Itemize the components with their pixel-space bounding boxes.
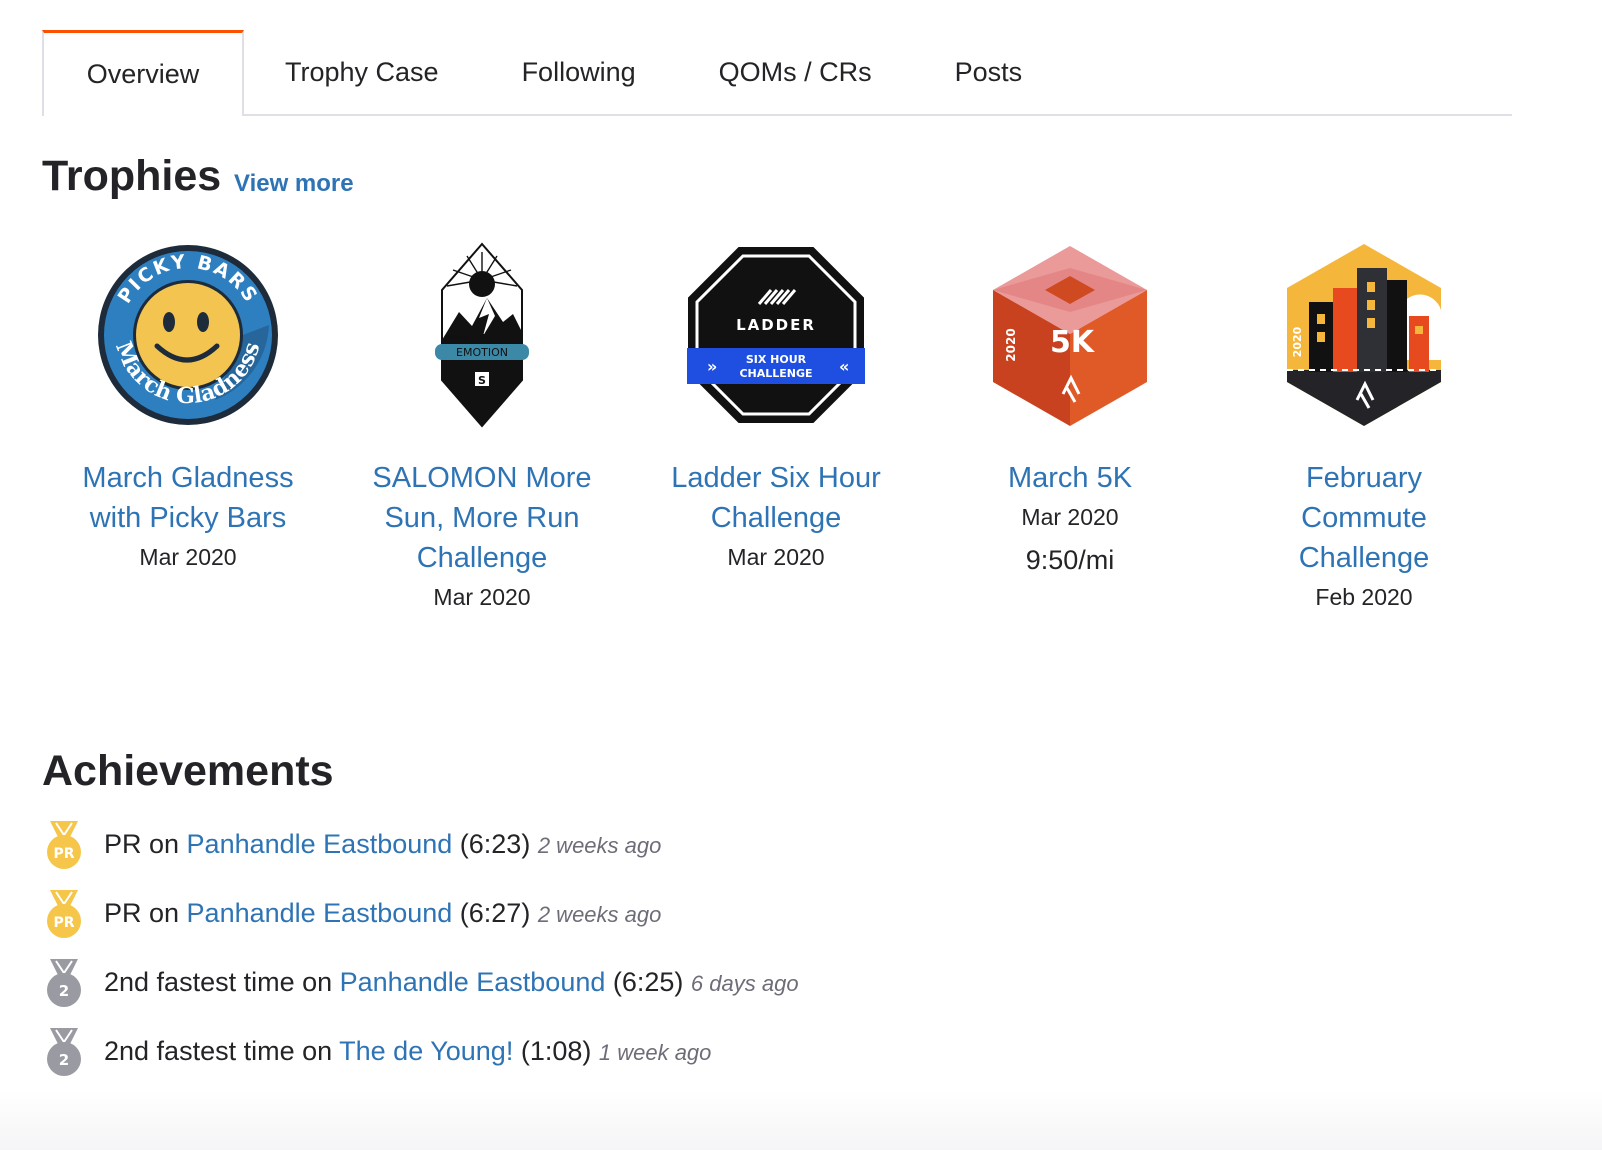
achievement-text: 2nd fastest time on Panhandle Eastbound …: [104, 967, 799, 997]
bottom-fade: [0, 1090, 1602, 1150]
5k-cube-badge-icon[interactable]: 2020 5K: [975, 240, 1165, 430]
achievement-time: 2 weeks ago: [537, 902, 662, 927]
trophy-title[interactable]: March 5K: [950, 458, 1190, 498]
trophy-item: PICKY BARS March Gladness March Gladness…: [68, 240, 308, 571]
trophy-date: Mar 2020: [727, 544, 825, 570]
trophy-date: Mar 2020: [433, 584, 531, 610]
badge-year: 2020: [1291, 326, 1304, 357]
achievement-time: 2 weeks ago: [537, 833, 662, 858]
trophies-heading: Trophies: [42, 152, 222, 200]
salomon-mountain-badge-icon[interactable]: RUN ON EMOTION S: [387, 240, 577, 430]
svg-text:»: »: [707, 357, 717, 376]
badge-line1: RUN ON: [449, 333, 489, 344]
pr-medal-icon: PR: [47, 820, 81, 869]
trophy-date: Mar 2020: [1021, 504, 1119, 530]
ladder-badge-icon[interactable]: LADDER » « SIX HOUR CHALLENGE: [681, 240, 871, 430]
badge-label: 5K: [1050, 325, 1096, 360]
segment-link[interactable]: The de Young!: [339, 1036, 513, 1066]
segment-link[interactable]: Panhandle Eastbound: [187, 829, 453, 859]
tab-qoms-crs[interactable]: QOMs / CRs: [719, 30, 955, 114]
badge-year: 2020: [1004, 328, 1018, 361]
segment-link[interactable]: Panhandle Eastbound: [187, 898, 453, 928]
badge-name: LADDER: [736, 316, 816, 334]
achievement-text: PR on Panhandle Eastbound (6:23) 2 weeks…: [104, 829, 662, 859]
svg-text:S: S: [478, 374, 486, 387]
trophy-pace: 9:50/mi: [1025, 545, 1115, 575]
svg-text:PR: PR: [53, 846, 74, 862]
tab-trophy-case[interactable]: Trophy Case: [244, 30, 522, 114]
achievement-time: 1 week ago: [598, 1040, 712, 1065]
trophy-title[interactable]: Ladder Six Hour Challenge: [656, 458, 896, 538]
silver-medal-icon: 2: [47, 958, 81, 1007]
trophy-item: 2020 5K March 5K Mar 2020 9:50/mi: [950, 240, 1190, 576]
trophy-date: Feb 2020: [1315, 584, 1413, 610]
achievements-heading: Achievements: [42, 747, 334, 795]
badge-ribbon-line2: CHALLENGE: [739, 367, 812, 380]
tab-posts[interactable]: Posts: [955, 30, 1023, 114]
city-commute-badge-icon[interactable]: 2020: [1269, 240, 1459, 430]
view-more-link[interactable]: View more: [234, 170, 354, 198]
svg-text:2: 2: [59, 1051, 69, 1069]
trophy-date: Mar 2020: [139, 544, 237, 570]
achievement-text: PR on Panhandle Eastbound (6:27) 2 weeks…: [104, 898, 662, 928]
badge-ribbon-line1: SIX HOUR: [746, 353, 807, 366]
achievement-text: 2nd fastest time on The de Young! (1:08)…: [104, 1036, 712, 1066]
achievement-time: 6 days ago: [690, 971, 799, 996]
trophy-title[interactable]: February Commute Challenge: [1244, 458, 1484, 578]
tab-following[interactable]: Following: [522, 30, 719, 114]
svg-text:«: «: [839, 357, 849, 376]
svg-text:2: 2: [59, 982, 69, 1000]
trophy-title[interactable]: SALOMON More Sun, More Run Challenge: [362, 458, 602, 578]
badge-line2: EMOTION: [456, 346, 508, 359]
trophy-item: RUN ON EMOTION S SALOMON More Sun, More …: [362, 240, 602, 611]
trophy-item: LADDER » « SIX HOUR CHALLENGE Ladder Six…: [656, 240, 896, 571]
achievement-item: 2 2nd fastest time on Panhandle Eastboun…: [46, 948, 799, 1017]
trophy-title[interactable]: March Gladness with Picky Bars: [68, 458, 308, 538]
segment-link[interactable]: Panhandle Eastbound: [340, 967, 606, 997]
pr-medal-icon: PR: [47, 889, 81, 938]
tab-overview[interactable]: Overview: [42, 30, 244, 116]
svg-text:PR: PR: [53, 915, 74, 931]
achievement-item: PR PR on Panhandle Eastbound (6:23) 2 we…: [46, 810, 799, 879]
trophy-item: 2020 February Commute Challenge Feb 2020: [1244, 240, 1484, 611]
profile-tabs: Overview Trophy Case Following QOMs / CR…: [42, 30, 1512, 116]
smiley-badge-icon[interactable]: PICKY BARS March Gladness: [93, 240, 283, 430]
silver-medal-icon: 2: [47, 1027, 81, 1076]
achievement-item: PR PR on Panhandle Eastbound (6:27) 2 we…: [46, 879, 799, 948]
achievement-item: 2 2nd fastest time on The de Young! (1:0…: [46, 1017, 799, 1086]
achievements-list: PR PR on Panhandle Eastbound (6:23) 2 we…: [46, 810, 799, 1086]
